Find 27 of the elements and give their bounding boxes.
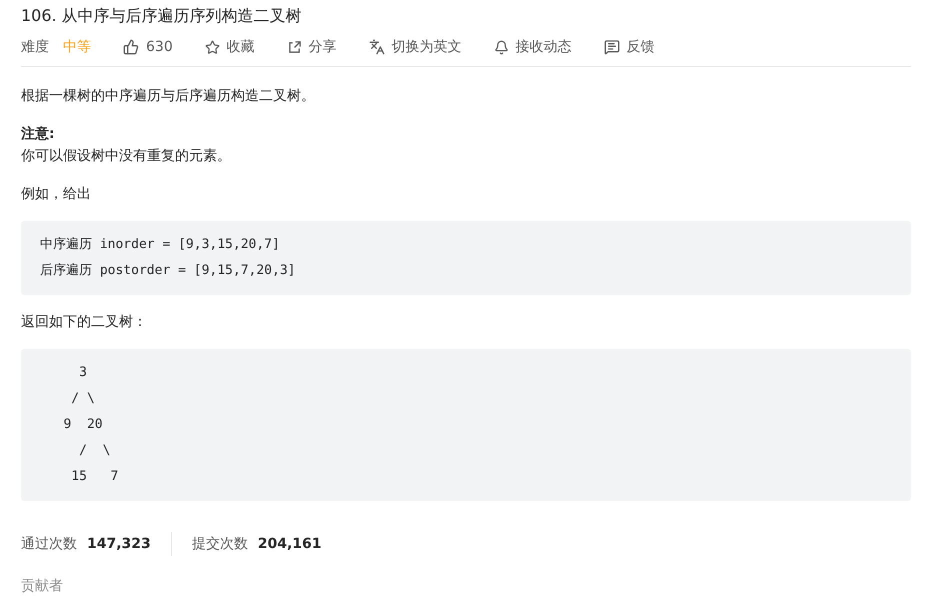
star-button[interactable]: 收藏 [204, 38, 255, 56]
contributors-label: 贡献者 [21, 577, 64, 595]
translate-icon [368, 39, 385, 55]
difficulty-value: 中等 [63, 38, 91, 56]
stat-label: 提交次数 [192, 535, 248, 553]
feedback-icon [604, 39, 620, 55]
star-icon [204, 40, 220, 54]
share-icon [286, 40, 302, 54]
bell-icon [494, 40, 509, 54]
code-block: 3 / \ 9 20 / \ 15 7 [21, 349, 911, 501]
translate-button[interactable]: 切换为英文 [368, 38, 462, 56]
description-text: 例如，给出 [21, 185, 92, 204]
difficulty-label: 难度 [21, 38, 49, 56]
bell-button[interactable]: 接收动态 [494, 38, 572, 56]
note-text: 你可以假设树中没有重复的元素。 [21, 147, 232, 166]
stat-label: 通过次数 [21, 535, 77, 553]
feedback-button[interactable]: 反馈 [604, 38, 655, 56]
code-block: 中序遍历 inorder = [9,3,15,20,7] 后序遍历 postorder = [9,15,7,20,3] [21, 221, 911, 295]
stat-value: 204,161 [258, 536, 322, 552]
thumbs-up-icon [123, 39, 139, 55]
like-button[interactable]: 630 [123, 39, 173, 55]
description-text: 返回如下的二叉树： [21, 313, 148, 332]
stat-value: 147,323 [87, 536, 151, 552]
description-text: 根据一棵树的中序遍历与后序遍历构造二叉树。 [21, 87, 316, 106]
problem-title: 106. 从中序与后序遍历序列构造二叉树 [21, 5, 303, 27]
note-title: 注意: [21, 124, 56, 144]
share-button[interactable]: 分享 [286, 38, 337, 56]
